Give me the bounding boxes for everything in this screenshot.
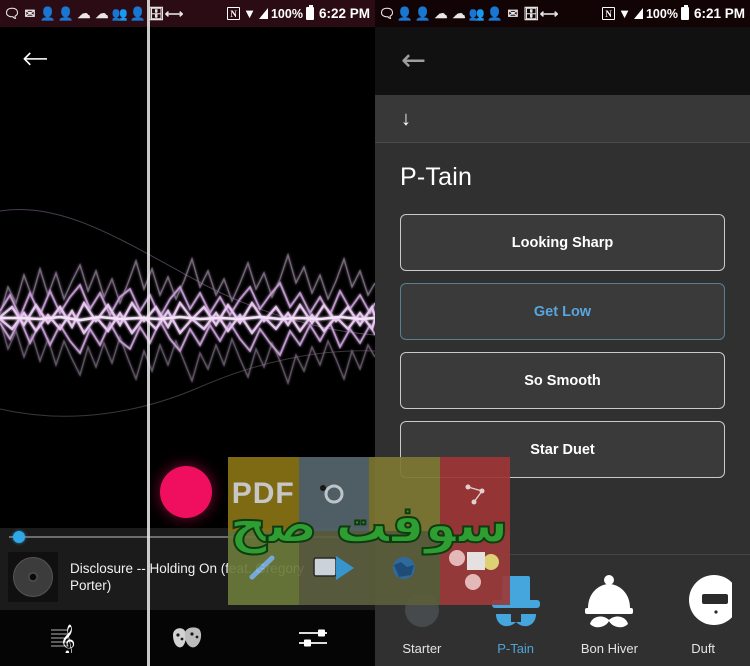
download-person-icon: 👥	[468, 6, 486, 21]
battery-percent: 100%	[645, 6, 678, 21]
left-phone-screen: 🗨 ✉ 👤 👤 ☁ ☁ 👥 👤 🗄 ⟷ N ▼ 100% 6:22 PM ← D…	[0, 0, 375, 666]
seek-bar[interactable]	[0, 528, 375, 546]
back-arrow-icon[interactable]: ←	[401, 46, 426, 76]
now-playing-bar: Disclosure -- Holding On (feat. Gregory …	[0, 528, 375, 610]
signal-icon	[633, 8, 643, 19]
cloud-icon: ☁	[452, 6, 466, 21]
tab-music[interactable]: 𝄞	[0, 623, 125, 653]
beanie-hat-icon	[585, 575, 634, 628]
option-get-low[interactable]: Get Low	[400, 283, 725, 340]
wifi-icon: ▼	[243, 6, 256, 21]
top-hat-icon-wrap	[487, 570, 545, 632]
person-icon: 👤	[396, 6, 414, 21]
download-person-icon: 👥	[111, 6, 129, 21]
page-title: P-Tain	[400, 163, 473, 191]
clock-time: 6:21 PM	[693, 6, 745, 21]
dual-screenshot: 🗨 ✉ 👤 👤 ☁ ☁ 👥 👤 🗄 ⟷ N ▼ 100% 6:22 PM ← D…	[0, 0, 750, 666]
right-phone-screen: 🗨 👤 👤 ☁ ☁ 👥 👤 ✉ 🗄 ⟷ N ▼ 100% 6:21 PM ← ↓…	[375, 0, 750, 666]
album-art	[8, 552, 58, 602]
status-icons-right: 🗨 👤 👤 ☁ ☁ 👥 👤 ✉ 🗄 ⟷	[378, 6, 559, 22]
option-so-smooth[interactable]: So Smooth	[400, 352, 725, 409]
left-tab-bar: 𝄞	[0, 610, 375, 666]
status-right-left: N ▼ 100% 6:22 PM	[227, 5, 370, 21]
tab-label: Bon Hiver	[580, 641, 638, 656]
status-icons-left: 🗨 ✉ 👤 👤 ☁ ☁ 👥 👤 🗄 ⟷	[3, 6, 184, 22]
tab-label: Duft	[691, 641, 716, 656]
nfc-icon: N	[602, 7, 616, 20]
helmet-icon	[689, 575, 733, 625]
tab-label: P-Tain	[497, 641, 535, 656]
vinyl-record-icon	[13, 557, 53, 597]
track-title: Disclosure -- Holding On (feat. Gregory …	[70, 561, 305, 593]
panel-divider	[147, 0, 150, 666]
starter-icon	[404, 593, 439, 627]
wifi-icon: ▼	[618, 6, 631, 21]
inbox-icon: 🗄	[522, 6, 540, 21]
message-icon: 🗨	[3, 6, 21, 21]
seek-track	[9, 536, 366, 538]
right-nav-bar: ←	[375, 27, 750, 95]
option-looking-sharp[interactable]: Looking Sharp	[400, 214, 725, 271]
status-right-right: N ▼ 100% 6:21 PM	[602, 5, 745, 21]
tab-starter[interactable]: Starter	[375, 570, 469, 666]
left-nav-bar: ←	[0, 27, 375, 89]
beanie-hat-icon-wrap	[578, 570, 640, 632]
helmet-icon-wrap	[674, 570, 733, 632]
download-row[interactable]: ↓	[375, 95, 750, 143]
cloud-icon: ☁	[434, 6, 448, 21]
voice-options-panel: P-Tain Looking Sharp Get Low So Smooth S…	[375, 143, 750, 478]
cloud-icon: ☁	[77, 6, 91, 21]
email-icon: ✉	[24, 6, 36, 21]
status-bar-right: 🗨 👤 👤 ☁ ☁ 👥 👤 ✉ 🗄 ⟷ N ▼ 100% 6:21 PM	[375, 0, 750, 27]
person-icon: 👤	[486, 6, 504, 21]
status-bar-left: 🗨 ✉ 👤 👤 ☁ ☁ 👥 👤 🗄 ⟷ N ▼ 100% 6:22 PM	[0, 0, 375, 27]
tab-p-tain[interactable]: P-Tain	[469, 570, 563, 666]
right-tab-bar: Starter P-Tain Bon Hiver Duft	[375, 554, 750, 666]
now-playing-row[interactable]: Disclosure -- Holding On (feat. Gregory …	[0, 546, 375, 608]
seek-thumb[interactable]	[13, 531, 25, 543]
starter-icon-wrap	[399, 570, 445, 632]
tab-mixer[interactable]	[250, 627, 375, 649]
theatre-masks-icon	[172, 627, 201, 648]
tab-duft[interactable]: Duft	[656, 570, 750, 666]
gmail-icon: ✉	[507, 6, 519, 21]
tab-bon-hiver[interactable]: Bon Hiver	[563, 570, 657, 666]
battery-percent: 100%	[270, 6, 303, 21]
battery-icon	[305, 5, 314, 20]
equalizer-sliders-icon	[298, 629, 327, 647]
battery-icon	[680, 5, 689, 20]
tab-label: Starter	[402, 641, 442, 656]
inbox-icon: 🗄	[147, 6, 165, 21]
sync-icon: ⟷	[164, 6, 184, 21]
person-icon: 👤	[39, 6, 57, 21]
person-icon: 👤	[129, 6, 147, 21]
treble-clef-icon: 𝄞	[50, 624, 75, 653]
person-icon: 👤	[414, 6, 432, 21]
clock-time: 6:22 PM	[318, 6, 370, 21]
signal-icon	[258, 8, 268, 19]
message-icon: 🗨	[378, 6, 396, 21]
person-icon: 👤	[57, 6, 75, 21]
audio-waveform-visualizer	[0, 208, 375, 417]
svg-text:𝄞: 𝄞	[60, 624, 75, 653]
nfc-icon: N	[227, 7, 241, 20]
option-star-duet[interactable]: Star Duet	[400, 421, 725, 478]
tab-masks[interactable]	[125, 626, 250, 650]
cloud-icon: ☁	[95, 6, 109, 21]
sync-icon: ⟷	[539, 6, 559, 21]
record-button[interactable]	[160, 466, 212, 518]
top-hat-icon	[491, 576, 540, 627]
download-arrow-icon[interactable]: ↓	[401, 109, 411, 129]
back-arrow-icon[interactable]: ←	[22, 42, 49, 74]
